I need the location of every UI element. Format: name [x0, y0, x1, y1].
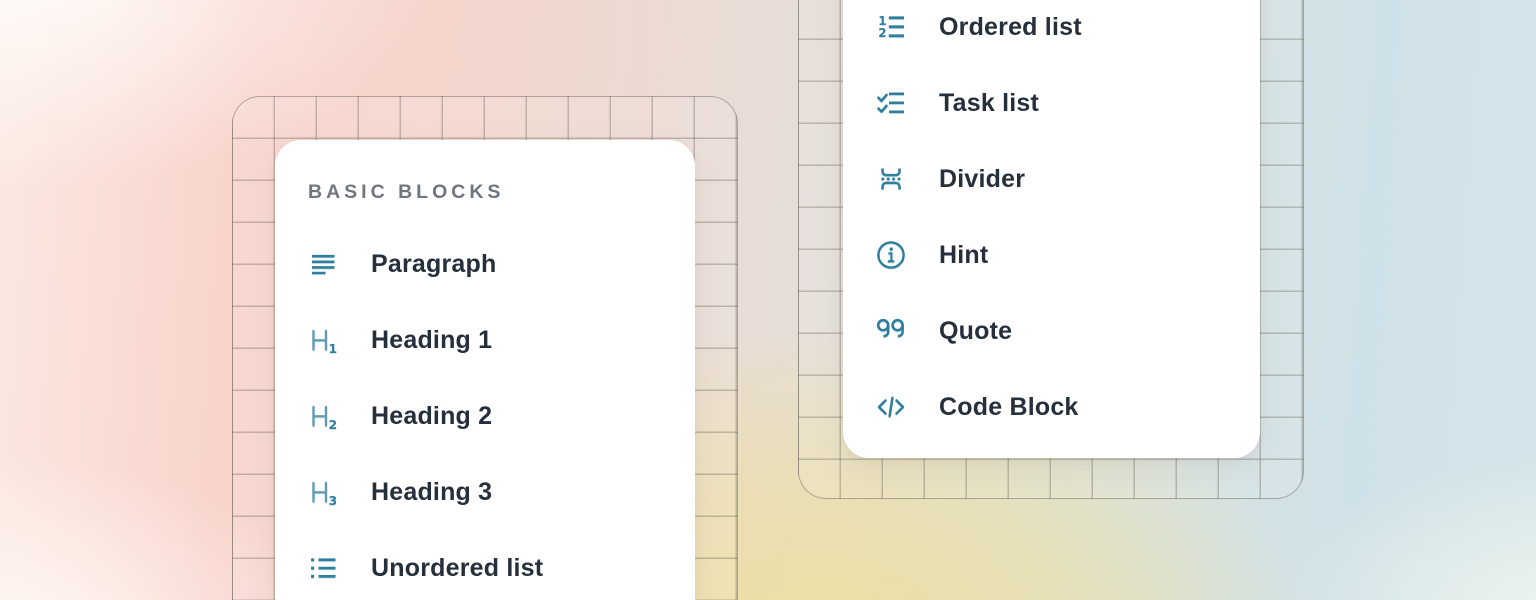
- hint-icon: [875, 239, 907, 271]
- menu-item-label: Code Block: [939, 393, 1079, 422]
- menu-item-label: Divider: [939, 165, 1025, 194]
- heading-3-icon: 3: [307, 476, 339, 508]
- svg-text:1: 1: [329, 341, 338, 356]
- menu-item-heading-3[interactable]: 3 Heading 3: [275, 454, 695, 530]
- menu-item-heading-1[interactable]: 1 Heading 1: [275, 302, 695, 378]
- svg-text:2: 2: [878, 26, 886, 40]
- menu-item-label: Task list: [939, 89, 1039, 118]
- section-label: BASIC BLOCKS: [308, 181, 695, 203]
- divider-icon: [875, 163, 907, 195]
- paragraph-icon: [307, 248, 339, 280]
- more-blocks-items: 12 Ordered list Task list Divider Hint Quote C…: [843, 0, 1260, 445]
- code-block-icon: [875, 391, 907, 423]
- block-menus-illustration: BASIC BLOCKS Paragraph 1 Heading 1 2 Heading…: [0, 0, 1536, 600]
- menu-item-label: Paragraph: [371, 250, 496, 279]
- more-blocks-menu: 12 Ordered list Task list Divider Hint Quote C…: [843, 0, 1260, 458]
- unordered-list-icon: [307, 552, 339, 584]
- menu-item-code-block[interactable]: Code Block: [843, 369, 1260, 445]
- quote-icon: [875, 315, 907, 347]
- menu-item-quote[interactable]: Quote: [843, 293, 1260, 369]
- menu-item-label: Quote: [939, 317, 1012, 346]
- svg-text:2: 2: [329, 417, 338, 432]
- menu-item-hint[interactable]: Hint: [843, 217, 1260, 293]
- menu-item-label: Heading 3: [371, 478, 492, 507]
- basic-blocks-items: Paragraph 1 Heading 1 2 Heading 2 3 Heading 3 U…: [275, 226, 695, 600]
- svg-text:3: 3: [329, 493, 338, 508]
- menu-item-unordered-list[interactable]: Unordered list: [275, 530, 695, 600]
- menu-item-ordered-list[interactable]: 12 Ordered list: [843, 0, 1260, 65]
- heading-2-icon: 2: [307, 400, 339, 432]
- menu-item-heading-2[interactable]: 2 Heading 2: [275, 378, 695, 454]
- menu-item-label: Heading 2: [371, 402, 492, 431]
- ordered-list-icon: 12: [875, 11, 907, 43]
- basic-blocks-menu: BASIC BLOCKS Paragraph 1 Heading 1 2 Heading…: [275, 140, 695, 600]
- menu-item-label: Ordered list: [939, 13, 1082, 42]
- menu-item-label: Unordered list: [371, 554, 543, 583]
- heading-1-icon: 1: [307, 324, 339, 356]
- menu-item-divider[interactable]: Divider: [843, 141, 1260, 217]
- menu-item-paragraph[interactable]: Paragraph: [275, 226, 695, 302]
- menu-item-task-list[interactable]: Task list: [843, 65, 1260, 141]
- menu-item-label: Hint: [939, 241, 988, 270]
- task-list-icon: [875, 87, 907, 119]
- menu-item-label: Heading 1: [371, 326, 492, 355]
